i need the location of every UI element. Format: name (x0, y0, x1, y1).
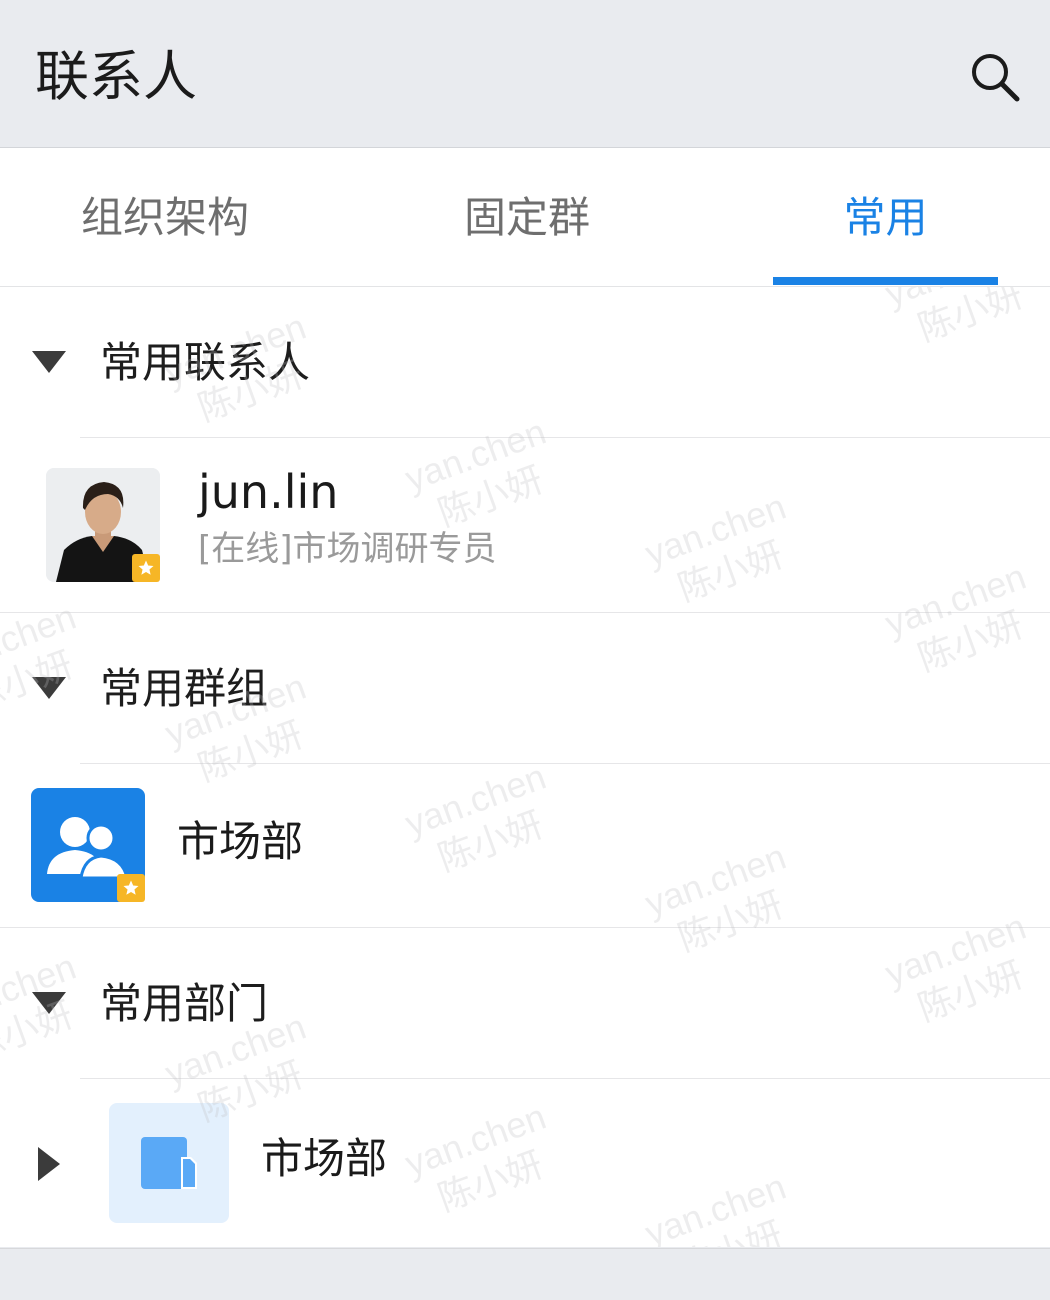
group-name: 市场部 (177, 817, 304, 866)
expand-arrow-icon[interactable] (38, 1147, 60, 1181)
section-label: 常用部门 (100, 979, 269, 1028)
collapse-arrow-icon (32, 351, 66, 373)
page-title: 联系人 (35, 45, 197, 108)
department-icon (141, 1137, 197, 1189)
department-avatar (109, 1103, 229, 1223)
active-tab-indicator (773, 277, 998, 285)
tab-org-structure[interactable]: 组织架构 (40, 148, 290, 286)
contact-name: jun.lin (198, 465, 339, 519)
favorite-star-icon (132, 554, 160, 582)
list-item-group[interactable]: 市场部 (0, 764, 1050, 927)
department-name: 市场部 (261, 1134, 388, 1183)
collapse-arrow-icon (32, 992, 66, 1014)
tab-fixed-groups[interactable]: 固定群 (402, 148, 652, 286)
section-label: 常用联系人 (100, 338, 311, 387)
bottom-bar (0, 1248, 1050, 1300)
app-header: 联系人 (0, 0, 1050, 148)
section-header-groups[interactable]: 常用群组 (0, 613, 1050, 763)
list-item-contact[interactable]: jun.lin [在线]市场调研专员 (0, 438, 1050, 612)
list-item-department[interactable]: 市场部 (0, 1079, 1050, 1247)
section-label: 常用群组 (100, 664, 269, 713)
collapse-arrow-icon (32, 677, 66, 699)
tab-bar: 组织架构 固定群 常用 (0, 148, 1050, 287)
favorite-star-icon (117, 874, 145, 902)
section-header-contacts[interactable]: 常用联系人 (0, 287, 1050, 437)
contact-list: 常用联系人 jun.lin [在线]市场调研专员 常用群组 市场部 常用部门 市… (0, 287, 1050, 1247)
tab-frequent[interactable]: 常用 (773, 148, 998, 286)
section-header-departments[interactable]: 常用部门 (0, 928, 1050, 1078)
contact-status: [在线]市场调研专员 (198, 529, 497, 569)
search-icon[interactable] (968, 50, 1022, 104)
